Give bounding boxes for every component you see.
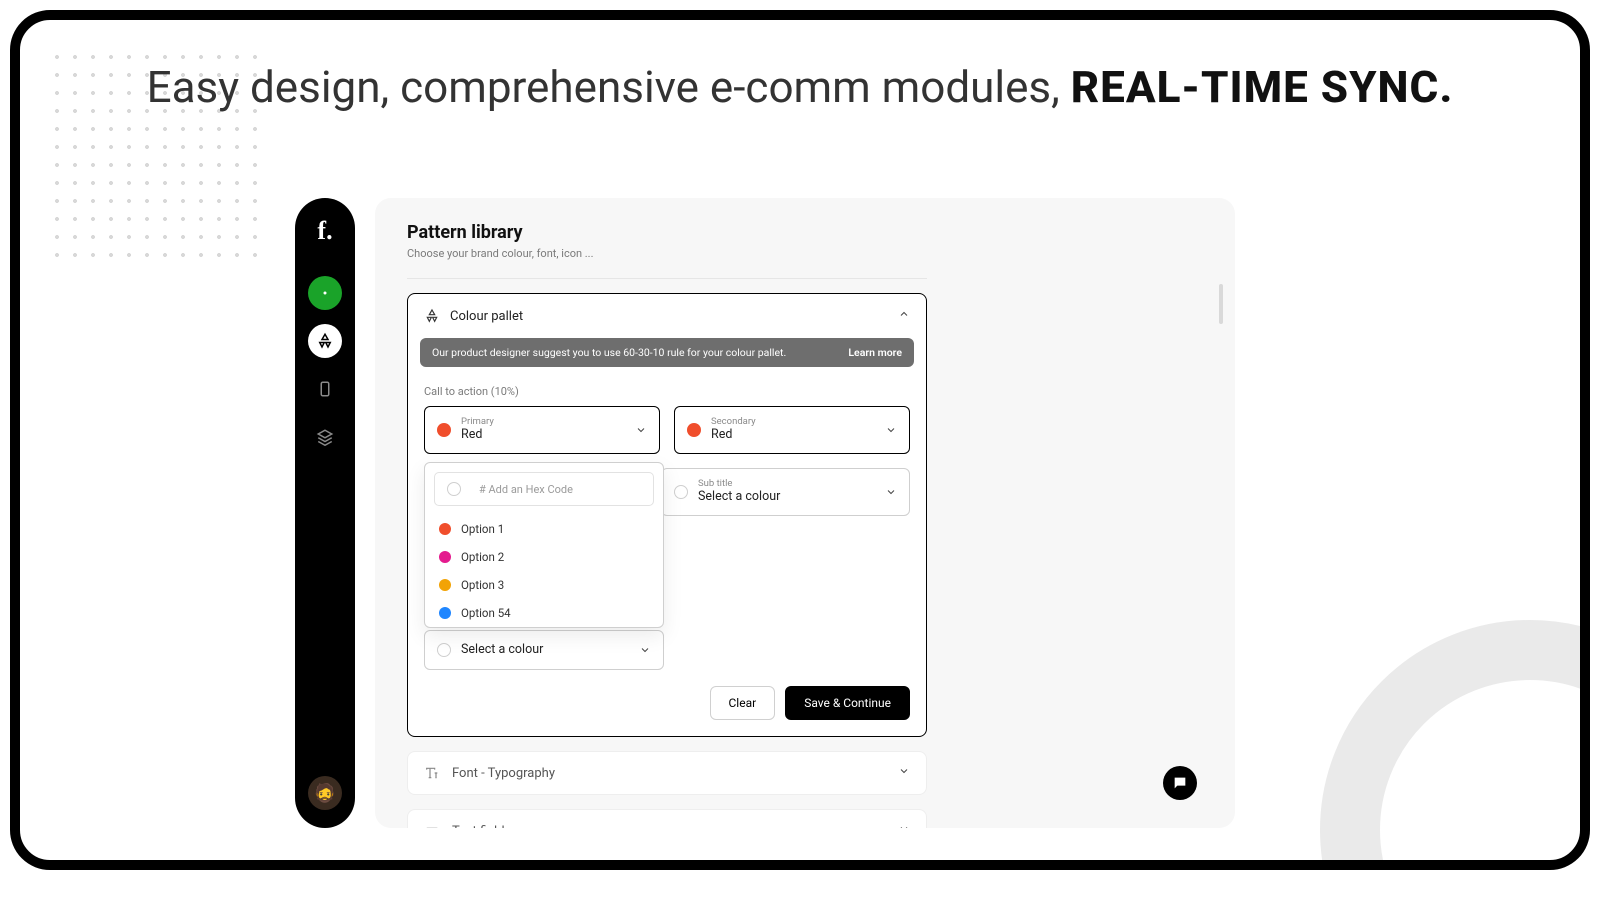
learn-more-link[interactable]: Learn more	[848, 346, 902, 359]
page-title: Pattern library	[407, 222, 1203, 243]
secondary-swatch	[687, 423, 701, 437]
colour-option-4-label: Option 54	[461, 606, 511, 620]
chevron-down-icon	[898, 765, 910, 781]
chevron-down-icon	[635, 421, 647, 440]
colour-pallet-label: Colour pallet	[450, 309, 523, 324]
swatch-blue	[439, 607, 451, 619]
tagline-pre: Easy design, comprehensive e-comm module…	[147, 61, 1071, 113]
font-panel-label: Font - Typography	[452, 766, 555, 781]
clear-button[interactable]: Clear	[710, 686, 776, 720]
hint-bar: Our product designer suggest you to use …	[420, 338, 914, 367]
chevron-down-icon	[639, 641, 651, 660]
colour-option-4[interactable]: Option 54	[425, 599, 663, 627]
hidden-colour-select[interactable]: Select a colour	[424, 630, 664, 670]
save-label: Save & Continue	[804, 696, 891, 710]
nav-device-icon[interactable]	[308, 372, 342, 406]
tagline-strong: REAL-TIME SYNC.	[1071, 61, 1454, 113]
user-avatar[interactable]: 🧔	[308, 776, 342, 810]
typography-icon	[424, 765, 440, 781]
chat-icon	[1172, 775, 1188, 791]
colour-option-1-label: Option 1	[461, 522, 504, 536]
secondary-value: Red	[711, 428, 756, 442]
chevron-down-icon	[885, 421, 897, 440]
swatch-red	[439, 523, 451, 535]
save-button[interactable]: Save & Continue	[785, 686, 910, 720]
help-fab[interactable]	[1163, 766, 1197, 800]
decorative-arc	[1320, 620, 1590, 870]
text-panel-label: Text field	[452, 824, 505, 829]
swatch-pink	[439, 551, 451, 563]
hint-text: Our product designer suggest you to use …	[432, 346, 786, 359]
primary-colour-select[interactable]: Primary Red	[424, 406, 660, 454]
colour-pallet-header[interactable]: Colour pallet	[424, 308, 910, 324]
hidden-select-value: Select a colour	[461, 643, 543, 657]
subtitle-swatch	[674, 485, 688, 499]
colour-option-2-label: Option 2	[461, 550, 504, 564]
nav-status-icon[interactable]	[308, 276, 342, 310]
chevron-down-icon	[885, 483, 897, 502]
text-field-panel[interactable]: Text field	[407, 809, 927, 828]
colour-option-3[interactable]: Option 3	[425, 571, 663, 599]
clear-label: Clear	[729, 696, 757, 710]
chevron-up-icon	[898, 308, 910, 324]
divider	[407, 278, 927, 279]
nav-layers-icon[interactable]	[308, 420, 342, 454]
hex-swatch-empty	[447, 482, 461, 496]
scrollbar[interactable]	[1219, 284, 1223, 324]
editor-panel: Pattern library Choose your brand colour…	[375, 198, 1235, 828]
cta-section-label: Call to action (10%)	[424, 385, 910, 398]
nav-design-icon[interactable]	[308, 324, 342, 358]
marketing-tagline: Easy design, comprehensive e-comm module…	[20, 60, 1580, 115]
brand-logo: f.	[317, 216, 332, 246]
textfield-icon	[424, 823, 440, 828]
swatch-orange	[439, 579, 451, 591]
colour-option-3-label: Option 3	[461, 578, 504, 592]
hidden-swatch	[437, 643, 451, 657]
subtitle-colour-select[interactable]: Sub title Select a colour	[661, 468, 910, 516]
secondary-colour-select[interactable]: Secondary Red	[674, 406, 910, 454]
subtitle-value: Select a colour	[698, 490, 780, 504]
primary-swatch	[437, 423, 451, 437]
chevron-down-icon	[898, 823, 910, 828]
palette-icon	[424, 308, 440, 324]
colour-dropdown: # Add an Hex Code Option 1 Option 2 Opti…	[424, 462, 664, 628]
colour-option-1[interactable]: Option 1	[425, 515, 663, 543]
side-rail: f. 🧔	[295, 198, 355, 828]
colour-option-2[interactable]: Option 2	[425, 543, 663, 571]
colour-pallet-panel: Colour pallet Our product designer sugge…	[407, 293, 927, 737]
font-typography-panel[interactable]: Font - Typography	[407, 751, 927, 795]
primary-value: Red	[461, 428, 494, 442]
hex-placeholder: # Add an Hex Code	[479, 483, 573, 496]
hex-input[interactable]: # Add an Hex Code	[434, 472, 654, 506]
page-subtitle: Choose your brand colour, font, icon ...	[407, 247, 1203, 260]
